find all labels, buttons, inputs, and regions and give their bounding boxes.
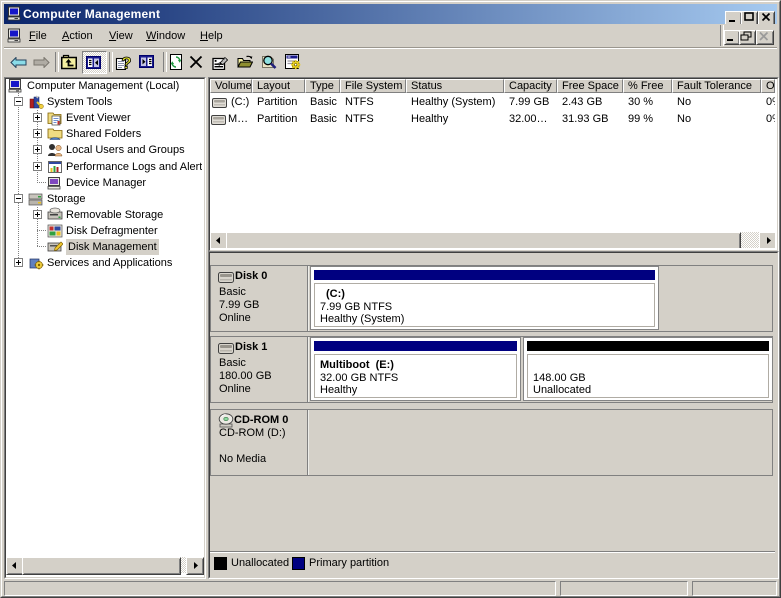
svg-text:?: ? — [121, 54, 131, 70]
